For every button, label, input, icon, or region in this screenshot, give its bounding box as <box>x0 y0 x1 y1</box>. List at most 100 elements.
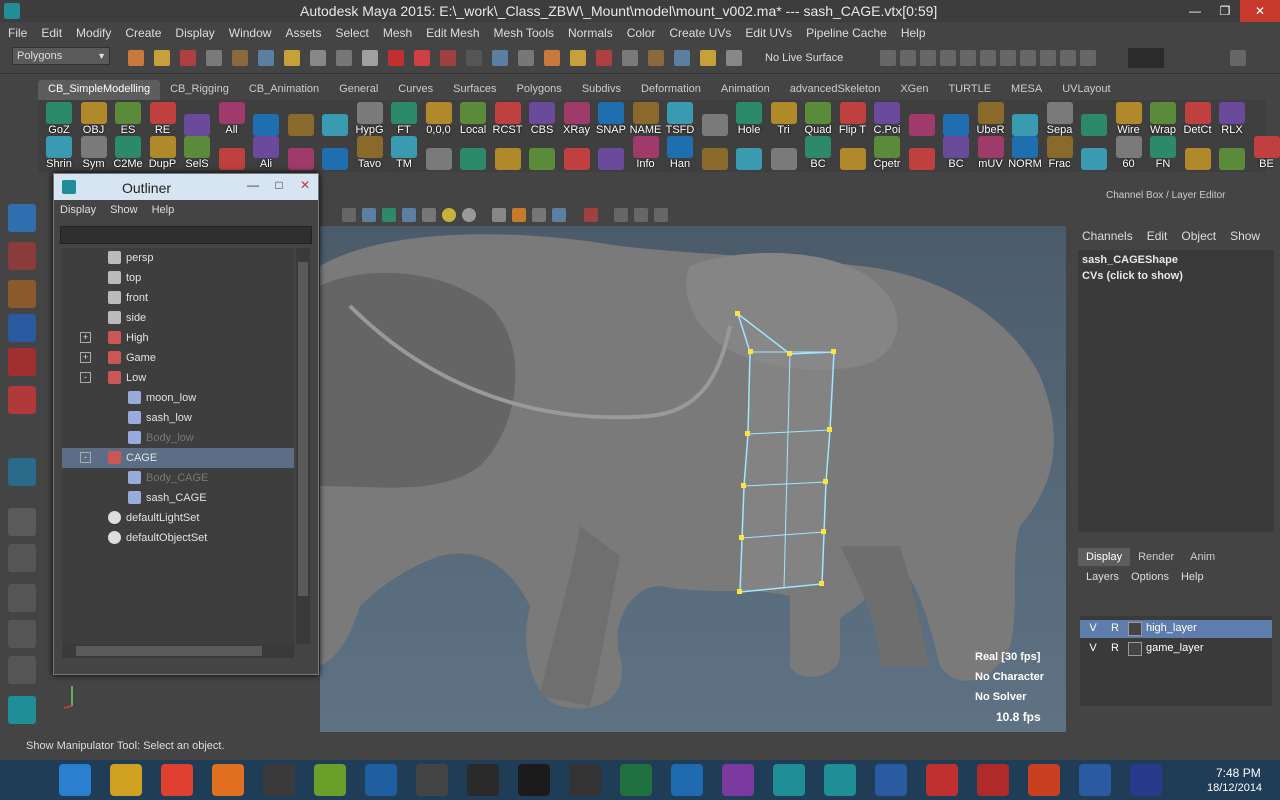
expand-icon[interactable]: + <box>80 352 91 363</box>
shelf-button[interactable] <box>732 136 766 170</box>
collapse-icon[interactable]: - <box>80 452 91 463</box>
menu-select[interactable]: Select <box>335 26 368 40</box>
status-tool-icon[interactable] <box>206 50 222 66</box>
shelf-tab-cb-simplemodelling[interactable]: CB_SimpleModelling <box>38 80 161 100</box>
status-tool-icon[interactable] <box>284 50 300 66</box>
status-tool-icon[interactable] <box>1000 50 1016 66</box>
status-tool-icon[interactable] <box>726 50 742 66</box>
outliner-horizontal-scrollbar[interactable] <box>62 644 294 658</box>
shelf-button[interactable]: DetCt <box>1181 102 1215 136</box>
shelf-button[interactable]: Wrap <box>1146 102 1180 136</box>
status-tool-icon[interactable] <box>1060 50 1076 66</box>
status-tool-icon[interactable] <box>414 50 430 66</box>
outliner-item-side[interactable]: side <box>62 308 294 328</box>
textured-icon[interactable] <box>402 208 416 222</box>
firefox-icon[interactable] <box>212 764 244 796</box>
outliner-menu-show[interactable]: Show <box>110 204 138 216</box>
shelf-button[interactable] <box>1077 136 1111 170</box>
paint-select-tool-icon[interactable] <box>8 280 36 308</box>
status-tool-icon[interactable] <box>1080 50 1096 66</box>
outliner-filter-input[interactable] <box>60 226 312 244</box>
shelf-tab-cb-rigging[interactable]: CB_Rigging <box>160 80 239 100</box>
shelf-button[interactable]: Han <box>663 136 697 170</box>
menu-color[interactable]: Color <box>627 26 656 40</box>
outliner-item-defaultlightset[interactable]: defaultLightSet <box>62 508 294 528</box>
shelf-button[interactable]: Info <box>629 136 663 170</box>
shelf-tab-subdivs[interactable]: Subdivs <box>572 80 631 100</box>
menu-edit[interactable]: Edit <box>41 26 62 40</box>
shelf-button[interactable]: Sepa <box>1043 102 1077 136</box>
move-tool-icon[interactable] <box>8 314 36 342</box>
shelf-button[interactable] <box>560 136 594 170</box>
status-tool-icon[interactable] <box>128 50 144 66</box>
status-tool-icon[interactable] <box>1020 50 1036 66</box>
clock-time[interactable]: 7:48 PM <box>1216 766 1261 780</box>
shelf-button[interactable] <box>422 136 456 170</box>
shelf-button[interactable]: Shrin <box>42 136 76 170</box>
shelf-button[interactable]: Cpetr <box>870 136 904 170</box>
shelf-button[interactable] <box>284 136 318 170</box>
status-tool-icon[interactable] <box>362 50 378 66</box>
status-tool-icon[interactable] <box>180 50 196 66</box>
shelf-button[interactable]: HypG <box>353 102 387 136</box>
shelf-tab-turtle[interactable]: TURTLE <box>938 80 1001 100</box>
menu-set-select[interactable]: Polygons ▼ <box>12 47 110 65</box>
layer-row-game-layer[interactable]: V Rgame_layer <box>1080 640 1272 658</box>
status-tool-icon[interactable] <box>900 50 916 66</box>
xn-icon[interactable] <box>722 764 754 796</box>
depth-of-field-icon[interactable] <box>552 208 566 222</box>
rb-icon[interactable] <box>875 764 907 796</box>
shelf-button[interactable] <box>249 102 283 136</box>
photoshop-icon[interactable] <box>365 764 397 796</box>
outliner-menu-help[interactable]: Help <box>152 204 175 216</box>
shelf-button[interactable]: C2Me <box>111 136 145 170</box>
outliner-item-moon-low[interactable]: moon_low <box>62 388 294 408</box>
channel-menu-show[interactable]: Show <box>1230 229 1260 243</box>
shelf-button[interactable] <box>905 102 939 136</box>
shelf-button[interactable]: Hole <box>732 102 766 136</box>
status-tool-icon[interactable] <box>648 50 664 66</box>
menu-modify[interactable]: Modify <box>76 26 111 40</box>
outliner-minimize-button[interactable]: — <box>240 174 266 196</box>
status-tool-icon[interactable] <box>596 50 612 66</box>
outliner-vertical-scrollbar[interactable] <box>296 248 310 644</box>
shadows-icon[interactable] <box>462 208 476 222</box>
minimize-button[interactable]: — <box>1180 0 1210 22</box>
persp-outliner-layout-icon[interactable] <box>8 584 36 612</box>
menu-mesh-tools[interactable]: Mesh Tools <box>494 26 554 40</box>
scroll-thumb[interactable] <box>76 646 262 656</box>
maya-icon[interactable] <box>824 764 856 796</box>
live-surface-label[interactable]: No Live Surface <box>765 52 843 64</box>
menu-create-uvs[interactable]: Create UVs <box>669 26 731 40</box>
3d-coat-icon[interactable] <box>416 764 448 796</box>
shelf-tab-animation[interactable]: Animation <box>711 80 780 100</box>
collapse-icon[interactable]: - <box>80 372 91 383</box>
shelf-tab-surfaces[interactable]: Surfaces <box>443 80 506 100</box>
status-tool-icon[interactable] <box>570 50 586 66</box>
shelf-button[interactable]: Tavo <box>353 136 387 170</box>
outliner-item-low[interactable]: - Low <box>62 368 294 388</box>
shelf-button[interactable]: Flip T <box>836 102 870 136</box>
maya-lt-icon[interactable] <box>773 764 805 796</box>
steam-icon[interactable] <box>518 764 550 796</box>
status-tool-icon[interactable] <box>336 50 352 66</box>
shelf-button[interactable]: OBJ <box>77 102 111 136</box>
rotate-tool-icon[interactable] <box>8 348 36 376</box>
status-tool-icon[interactable] <box>920 50 936 66</box>
chrome-icon[interactable] <box>161 764 193 796</box>
wireframe-icon[interactable] <box>342 208 356 222</box>
single-view-layout-icon[interactable] <box>8 508 36 536</box>
menu-file[interactable]: File <box>8 26 27 40</box>
substance-2-icon[interactable] <box>977 764 1009 796</box>
shelf-button[interactable]: BE <box>1250 136 1280 170</box>
shelf-button[interactable]: Tri <box>767 102 801 136</box>
channel-menu-edit[interactable]: Edit <box>1147 229 1168 243</box>
outliner-menu-display[interactable]: Display <box>60 204 96 216</box>
shelf-button[interactable]: ES <box>111 102 145 136</box>
zbrush-icon[interactable] <box>263 764 295 796</box>
status-tool-icon[interactable] <box>940 50 956 66</box>
scale-tool-icon[interactable] <box>8 386 36 414</box>
wireframe-on-shaded-icon[interactable] <box>382 208 396 222</box>
shelf-button[interactable] <box>318 136 352 170</box>
shelf-button[interactable] <box>215 136 249 170</box>
